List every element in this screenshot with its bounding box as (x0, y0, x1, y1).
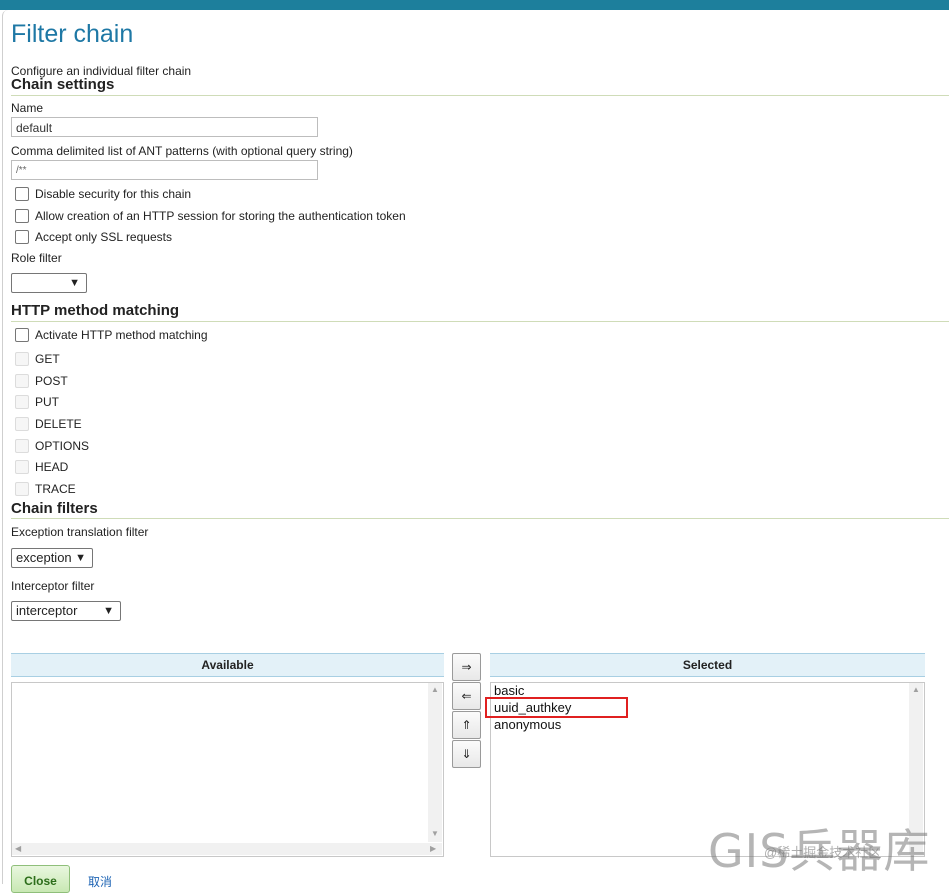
available-list-header: Available (11, 653, 444, 677)
scroll-left-icon[interactable]: ◀ (15, 844, 21, 853)
role-filter-select[interactable]: ▼ (11, 273, 87, 293)
method-delete-checkbox[interactable] (15, 417, 29, 431)
patterns-input[interactable]: /** (11, 160, 318, 180)
selected-option-anonymous[interactable]: anonymous (494, 717, 561, 732)
disable-security-checkbox[interactable] (15, 187, 29, 201)
method-options-checkbox[interactable] (15, 439, 29, 453)
ssl-only-label: Accept only SSL requests (35, 230, 172, 244)
disable-security-label: Disable security for this chain (35, 187, 192, 201)
allow-session-checkbox[interactable] (15, 209, 29, 223)
method-options-label: OPTIONS (35, 439, 90, 453)
name-input[interactable]: default (11, 117, 318, 137)
close-button[interactable]: Close (11, 865, 70, 893)
selected-list-header: Selected (490, 653, 925, 677)
divider (11, 518, 949, 519)
patterns-label: Comma delimited list of ANT patterns (wi… (11, 144, 353, 158)
scroll-down-icon[interactable]: ▼ (431, 829, 439, 838)
move-up-button[interactable]: ⇑ (452, 711, 481, 739)
method-get-label: GET (35, 352, 60, 366)
method-head-checkbox[interactable] (15, 460, 29, 474)
exception-filter-value: exception (16, 550, 72, 565)
chevron-down-icon: ▼ (75, 552, 86, 564)
available-list[interactable] (11, 682, 444, 857)
chain-filters-heading: Chain filters (11, 500, 98, 517)
method-put-checkbox[interactable] (15, 395, 29, 409)
selected-option-basic[interactable]: basic (494, 683, 524, 698)
window-top-bar (0, 0, 949, 10)
ssl-only-checkbox[interactable] (15, 230, 29, 244)
cancel-link[interactable]: 取消 (88, 873, 112, 890)
role-filter-label: Role filter (11, 251, 62, 265)
interceptor-filter-select[interactable]: interceptor ▼ (11, 601, 121, 621)
remove-filter-button[interactable]: ⇐ (452, 682, 481, 710)
method-put-label: PUT (35, 395, 59, 409)
method-delete-label: DELETE (35, 417, 82, 431)
method-post-label: POST (35, 374, 68, 388)
watermark-caption: @稀土掘金技术社区 (764, 845, 882, 860)
method-get-checkbox[interactable] (15, 352, 29, 366)
page-title: Filter chain (11, 20, 134, 48)
chevron-down-icon: ▼ (69, 277, 80, 289)
scroll-up-icon[interactable]: ▲ (912, 685, 920, 694)
activate-http-matching-label: Activate HTTP method matching (35, 328, 208, 342)
available-list-vscroll[interactable]: ▲ ▼ (428, 683, 442, 842)
method-trace-label: TRACE (35, 482, 76, 496)
allow-session-label: Allow creation of an HTTP session for st… (35, 209, 406, 223)
move-down-button[interactable]: ⇓ (452, 740, 481, 768)
interceptor-filter-value: interceptor (16, 603, 78, 618)
chain-settings-heading: Chain settings (11, 76, 115, 93)
scroll-right-icon[interactable]: ▶ (430, 844, 436, 853)
name-label: Name (11, 101, 44, 115)
exception-filter-select[interactable]: exception ▼ (11, 548, 93, 568)
available-list-hscroll[interactable]: ◀ ▶ (12, 843, 442, 855)
chevron-down-icon: ▼ (103, 605, 114, 617)
interceptor-filter-label: Interceptor filter (11, 579, 95, 593)
scroll-up-icon[interactable]: ▲ (431, 685, 439, 694)
http-matching-heading: HTTP method matching (11, 302, 180, 319)
divider (11, 321, 949, 322)
divider (11, 95, 949, 96)
activate-http-matching-checkbox[interactable] (15, 328, 29, 342)
exception-filter-label: Exception translation filter (11, 525, 149, 539)
add-filter-button[interactable]: ⇒ (452, 653, 481, 681)
method-head-label: HEAD (35, 460, 69, 474)
highlight-box (485, 697, 628, 718)
method-trace-checkbox[interactable] (15, 482, 29, 496)
method-post-checkbox[interactable] (15, 374, 29, 388)
